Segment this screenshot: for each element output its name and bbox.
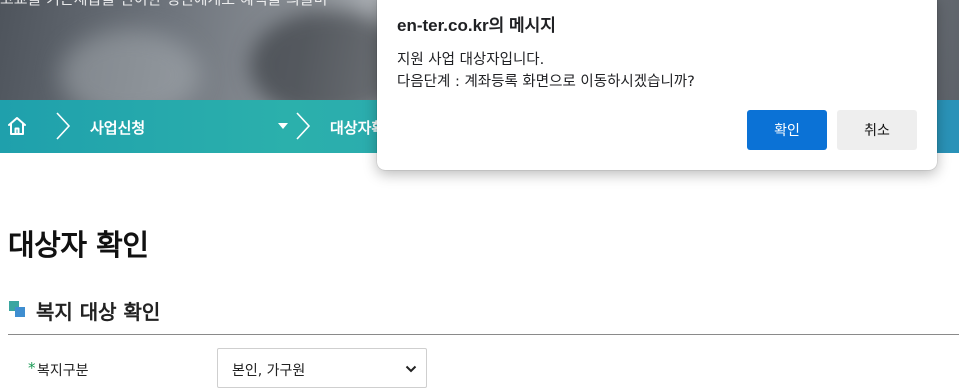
confirm-dialog: en-ter.co.kr의 메시지 지원 사업 대상자입니다. 다음단계 : 계… — [377, 0, 937, 170]
welfare-type-label: 복지구분 — [37, 363, 89, 379]
section-bullet-icon — [9, 301, 26, 318]
section-divider — [8, 334, 959, 335]
hero-text: 고교틀 키는세급을 면이한 생인에게도 혜택을 의골미 — [0, 0, 327, 9]
welfare-type-selected-value: 본인, 가구원 — [232, 363, 306, 379]
required-mark: * — [28, 359, 36, 377]
hero-background-shape — [60, 30, 200, 100]
page-title: 대상자 확인 — [8, 228, 149, 262]
ok-button[interactable]: 확인 — [747, 110, 827, 150]
nav-item-apply[interactable]: 사업신청 — [90, 117, 145, 138]
chevron-right-icon — [296, 112, 311, 140]
dialog-message-line-2: 다음단계 : 계좌등록 화면으로 이동하시겠습니까? — [397, 74, 695, 90]
chevron-right-icon — [56, 112, 71, 140]
section-title: 복지 대상 확인 — [36, 300, 161, 324]
home-icon[interactable] — [6, 115, 28, 137]
dialog-title: en-ter.co.kr의 메시지 — [397, 16, 556, 35]
dropdown-caret-icon[interactable] — [278, 123, 288, 129]
chevron-down-icon — [405, 365, 417, 373]
welfare-type-select[interactable]: 본인, 가구원 — [217, 348, 427, 388]
dialog-message-line-1: 지원 사업 대상자입니다. — [397, 52, 545, 68]
cancel-button[interactable]: 취소 — [837, 110, 917, 150]
